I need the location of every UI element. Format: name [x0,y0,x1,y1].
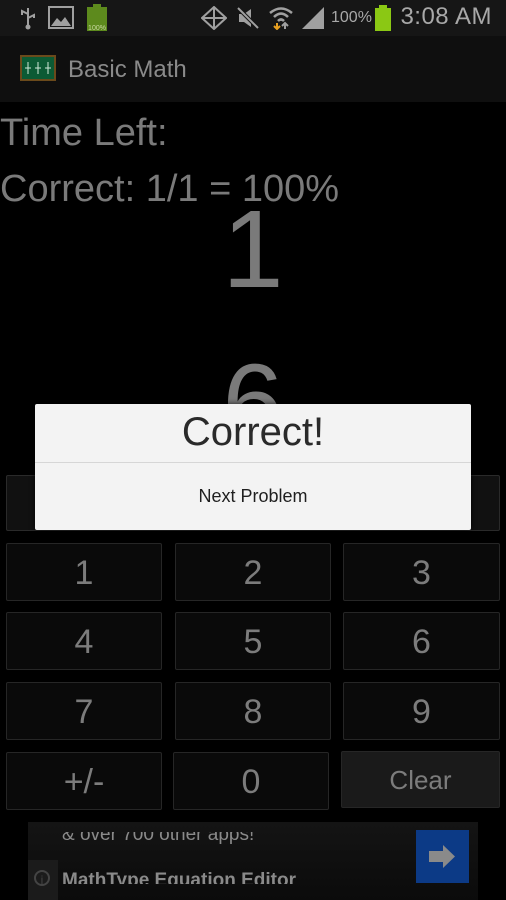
gallery-icon [48,6,74,29]
arrow-right-icon [429,845,455,868]
clear-button[interactable]: Clear [341,751,500,808]
ad-banner[interactable]: & over 700 other apps! MathType Equation… [28,822,478,900]
key-0[interactable]: 0 [173,752,329,810]
sign-toggle-key[interactable]: +/- [6,752,162,810]
mute-icon [236,6,260,30]
ad-info-button[interactable]: i [28,860,58,900]
ad-text-line2: MathType Equation Editor [62,870,296,891]
key-3[interactable]: 3 [343,543,500,601]
key-1[interactable]: 1 [6,543,162,601]
key-7[interactable]: 7 [6,682,162,740]
ad-text-line1: & over 700 other apps! [62,824,255,845]
wifi-icon [269,7,293,30]
key-5[interactable]: 5 [175,612,331,670]
battery-icon [375,5,391,31]
key-6[interactable]: 6 [343,612,500,670]
signal-icon [302,7,324,29]
key-4[interactable]: 4 [6,612,162,670]
operand-top: 1 [222,188,284,311]
action-bar: Basic Math [0,36,506,102]
battery-full-notification-icon: 100% [87,4,107,32]
key-9[interactable]: 9 [343,682,500,740]
gps-icon [201,6,227,30]
info-icon: i [34,870,50,887]
chalkboard-icon[interactable] [20,55,56,81]
key-2[interactable]: 2 [175,543,331,601]
clock: 3:08 AM [400,3,492,30]
app-title: Basic Math [68,56,187,83]
dialog-title: Correct! [181,410,325,454]
svg-text:100%: 100% [88,25,106,32]
usb-icon [21,8,35,30]
key-8[interactable]: 8 [175,682,331,740]
ad-open-button[interactable] [416,830,469,883]
result-dialog: Correct! Next Problem [35,404,471,530]
status-bar: 100% 100% 3:08 AM [0,0,506,36]
time-left-label: Time Left: [0,112,168,154]
battery-percent: 100% [331,9,372,26]
next-problem-button[interactable]: Next Problem [35,463,471,530]
